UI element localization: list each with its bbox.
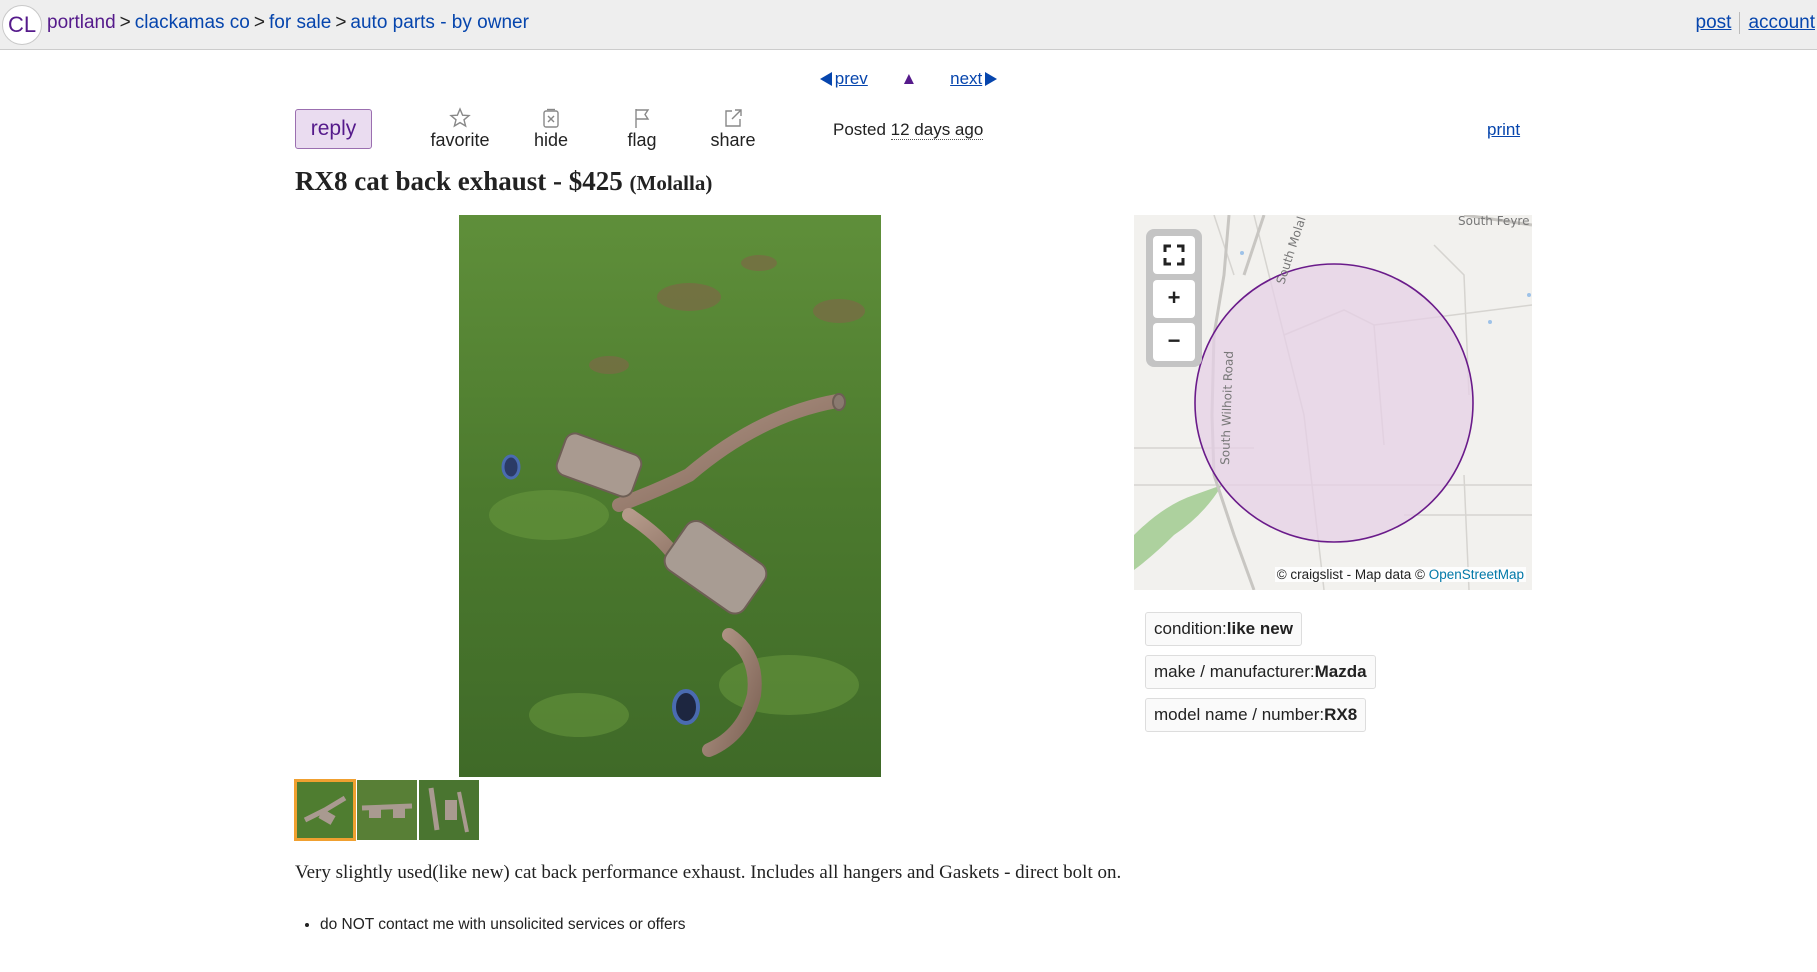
breadcrumb-for-sale[interactable]: for sale	[269, 12, 331, 33]
zoom-in-button[interactable]: +	[1153, 280, 1195, 318]
location: (Molalla)	[629, 171, 713, 195]
hide-label: hide	[533, 130, 569, 150]
breadcrumb-portland[interactable]: portland	[47, 12, 116, 33]
attribute-group: condition: like new make / manufacturer:…	[1145, 612, 1376, 741]
attr-value: like new	[1226, 619, 1293, 638]
prev-link[interactable]: prev	[819, 69, 868, 88]
posting-title: RX8 cat back exhaust - $425 (Molalla)	[295, 166, 712, 197]
reply-button[interactable]: reply	[295, 109, 372, 149]
attr-label: make / manufacturer:	[1154, 662, 1315, 681]
attr-model: model name / number: RX8	[1145, 698, 1367, 732]
next-link[interactable]: next	[950, 69, 998, 88]
breadcrumb-separator: >	[119, 12, 131, 33]
pager: prev ▲ next	[0, 69, 1817, 89]
attr-value: Mazda	[1314, 662, 1367, 681]
up-link[interactable]: ▲	[901, 69, 918, 88]
breadcrumb-auto-parts[interactable]: auto parts - by owner	[350, 12, 528, 33]
next-label: next	[950, 69, 983, 88]
attr-label: model name / number:	[1154, 705, 1325, 724]
flag-icon	[635, 109, 650, 128]
share-label: share	[710, 130, 756, 150]
account-link[interactable]: account	[1748, 12, 1815, 33]
thumbnail-3[interactable]	[419, 780, 479, 840]
print-area: print	[1487, 120, 1520, 140]
openstreetmap-link[interactable]: OpenStreetMap	[1429, 567, 1524, 582]
prev-label: prev	[834, 69, 868, 88]
posted-label: Posted	[833, 120, 886, 139]
prev-arrow-icon	[819, 72, 832, 86]
street-label-feyrer: South Feyre	[1458, 215, 1529, 228]
hide-button[interactable]: hide	[511, 106, 591, 151]
thumbnail-2[interactable]	[357, 780, 417, 840]
breadcrumb-separator: >	[253, 12, 265, 33]
hide-icon	[543, 108, 559, 128]
main-photo[interactable]	[459, 215, 881, 777]
fullscreen-button[interactable]	[1153, 236, 1195, 274]
posting-body: Very slightly used(like new) cat back pe…	[295, 862, 1122, 883]
flag-label: flag	[627, 130, 657, 150]
user-links: post account	[1696, 12, 1815, 34]
zoom-out-button[interactable]: −	[1153, 323, 1195, 361]
breadcrumb: portland > clackamas co > for sale > auto part…	[47, 12, 529, 34]
posted-ago: 12 days ago	[890, 120, 984, 140]
next-arrow-icon	[985, 72, 998, 86]
notices: do NOT contact me with unsolicited servi…	[295, 916, 686, 934]
attr-condition: condition: like new	[1145, 612, 1302, 646]
title-text: RX8 cat back exhaust	[295, 166, 547, 196]
attribution-text: © craigslist - Map data ©	[1276, 567, 1425, 582]
map-controls: + −	[1146, 229, 1202, 367]
map-attribution: © craigslist - Map data © OpenStreetMap	[1274, 567, 1526, 582]
fullscreen-icon	[1163, 244, 1185, 266]
flag-button[interactable]: flag	[602, 106, 682, 151]
exhaust-photo	[459, 215, 881, 777]
title-separator: -	[546, 166, 569, 196]
attr-value: RX8	[1324, 705, 1358, 724]
posted-date: Posted 12 days ago	[833, 120, 984, 140]
share-button[interactable]: share	[693, 106, 773, 151]
breadcrumb-clackamas[interactable]: clackamas co	[135, 12, 250, 33]
craigslist-logo[interactable]: CL	[2, 5, 42, 45]
star-icon	[449, 107, 471, 128]
divider	[1739, 12, 1741, 34]
attr-make: make / manufacturer: Mazda	[1145, 655, 1376, 689]
breadcrumb-separator: >	[335, 12, 347, 33]
favorite-label: favorite	[430, 130, 490, 150]
print-link[interactable]: print	[1487, 120, 1520, 139]
location-map[interactable]: South Wilhoit Road South Molal South Fey…	[1134, 215, 1532, 590]
favorite-button[interactable]: favorite	[420, 106, 500, 151]
price: $425	[568, 166, 623, 196]
notice-item: do NOT contact me with unsolicited servi…	[320, 916, 686, 934]
thumbnail-1[interactable]	[294, 779, 356, 841]
attr-label: condition:	[1154, 619, 1227, 638]
share-icon	[725, 109, 742, 127]
post-link[interactable]: post	[1696, 12, 1732, 33]
top-bar: CL portland > clackamas co > for sale > auto p…	[0, 0, 1817, 50]
